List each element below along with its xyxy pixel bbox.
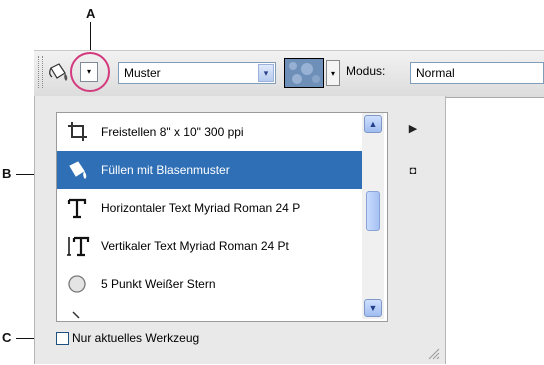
list-item-label: Füllen mit Blasenmuster bbox=[101, 163, 230, 177]
pattern-picker-arrow[interactable]: ▾ bbox=[326, 60, 340, 86]
resize-grip-icon[interactable] bbox=[426, 346, 440, 360]
panel-menu-button[interactable]: ▶ bbox=[404, 120, 422, 138]
list-item-star-preset[interactable]: 5 Punkt Weißer Stern bbox=[57, 265, 371, 303]
mode-select[interactable]: Normal bbox=[410, 62, 544, 84]
callout-c: C bbox=[2, 330, 12, 345]
pattern-swatch[interactable] bbox=[284, 58, 324, 88]
mode-value: Normal bbox=[416, 66, 455, 80]
list-item-vertical-text-preset[interactable]: Vertikaler Text Myriad Roman 24 Pt bbox=[57, 227, 371, 265]
list-item-label: Vertikaler Text Myriad Roman 24 Pt bbox=[101, 239, 289, 253]
list-item-label: Horizontaler Text Myriad Roman 24 P bbox=[101, 201, 301, 215]
crop-icon bbox=[65, 120, 91, 144]
tool-preset-list: Freistellen 8" x 10" 300 ppi Füllen mit … bbox=[56, 112, 388, 322]
callout-a: A bbox=[86, 6, 96, 21]
scroll-up-button[interactable]: ▲ bbox=[364, 115, 382, 133]
list-item-label: Freistellen 8" x 10" 300 ppi bbox=[101, 125, 244, 139]
toolbar-grip[interactable] bbox=[38, 56, 43, 88]
new-preset-button[interactable]: ◘ bbox=[404, 162, 422, 180]
scroll-thumb[interactable] bbox=[366, 191, 380, 231]
list-item-partial[interactable] bbox=[57, 303, 371, 321]
list-item-crop-preset[interactable]: Freistellen 8" x 10" 300 ppi bbox=[57, 113, 371, 151]
scroll-down-button[interactable]: ▼ bbox=[364, 299, 382, 317]
mode-label: Modus: bbox=[346, 64, 386, 78]
current-tool-only-label: Nur aktuelles Werkzeug bbox=[72, 331, 200, 345]
tool-preset-picker-button[interactable]: ▾ bbox=[80, 62, 98, 82]
list-item-horizontal-text-preset[interactable]: Horizontaler Text Myriad Roman 24 P bbox=[57, 189, 371, 227]
callout-b: B bbox=[2, 166, 12, 181]
fill-source-value: Muster bbox=[124, 66, 161, 80]
star-shape-icon bbox=[65, 272, 91, 296]
list-item-fill-bubbles-preset[interactable]: Füllen mit Blasenmuster bbox=[57, 151, 371, 189]
horizontal-type-icon bbox=[65, 196, 91, 220]
partial-icon bbox=[65, 310, 91, 321]
fill-source-select[interactable]: Muster ▾ bbox=[118, 62, 276, 84]
chevron-down-icon[interactable]: ▾ bbox=[258, 64, 274, 82]
list-item-label: 5 Punkt Weißer Stern bbox=[101, 277, 216, 291]
vertical-type-icon bbox=[65, 234, 91, 258]
preset-list-scrollbar[interactable]: ▲ ▼ bbox=[362, 113, 384, 319]
current-tool-only-checkbox[interactable] bbox=[56, 332, 69, 345]
paint-bucket-tool-icon[interactable] bbox=[46, 60, 72, 86]
paint-bucket-icon bbox=[65, 158, 91, 182]
